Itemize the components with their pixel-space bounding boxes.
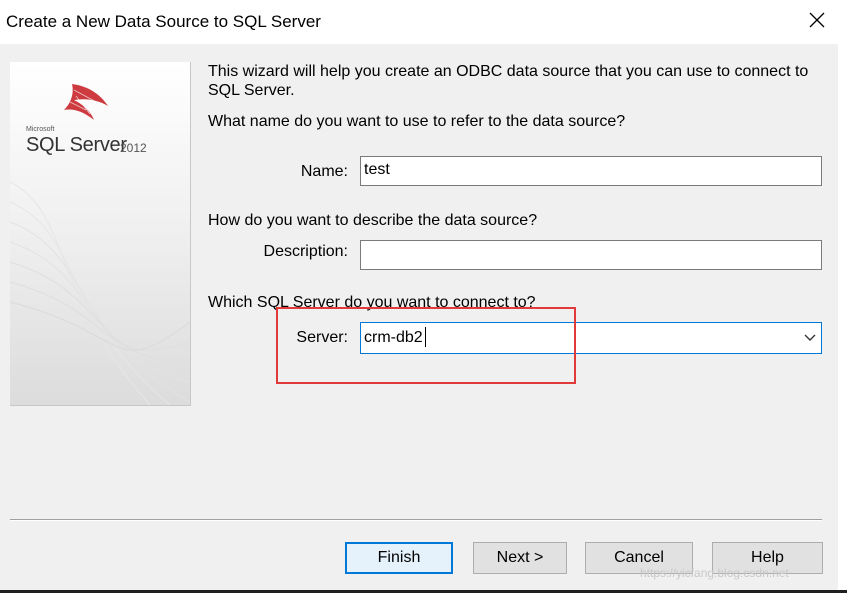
- sql-server-product-label: SQL Server: [26, 134, 127, 156]
- window-edge: [838, 0, 847, 593]
- close-icon: [809, 12, 825, 33]
- name-input[interactable]: test: [360, 156, 822, 186]
- sql-server-logo-panel: Microsoft SQL Server 2012: [10, 62, 191, 406]
- name-label: Name:: [300, 163, 348, 180]
- microsoft-label: Microsoft: [26, 126, 55, 133]
- next-button[interactable]: Next >: [473, 542, 567, 574]
- button-separator: [10, 519, 822, 521]
- watermark-text: https://yicfang.blog.csdn.net: [640, 566, 789, 580]
- name-question: What name do you want to use to refer to…: [208, 113, 626, 130]
- title-bar: Create a New Data Source to SQL Server: [0, 0, 847, 44]
- description-input[interactable]: [360, 240, 822, 270]
- red-highlight-box: [276, 307, 576, 384]
- sql-server-logo-icon: [60, 80, 116, 131]
- intro-text-line2: SQL Server.: [208, 82, 295, 99]
- intro-text-line1: This wizard will help you create an ODBC…: [208, 63, 809, 80]
- window-title: Create a New Data Source to SQL Server: [6, 12, 321, 31]
- close-button[interactable]: [794, 0, 840, 44]
- chevron-down-icon[interactable]: [803, 331, 817, 349]
- sql-server-year-label: 2012: [120, 141, 147, 155]
- description-question: How do you want to describe the data sou…: [208, 212, 538, 229]
- finish-button[interactable]: Finish: [345, 542, 453, 574]
- dialog-window: Create a New Data Source to SQL Server M…: [0, 0, 847, 593]
- description-label: Description:: [263, 243, 348, 260]
